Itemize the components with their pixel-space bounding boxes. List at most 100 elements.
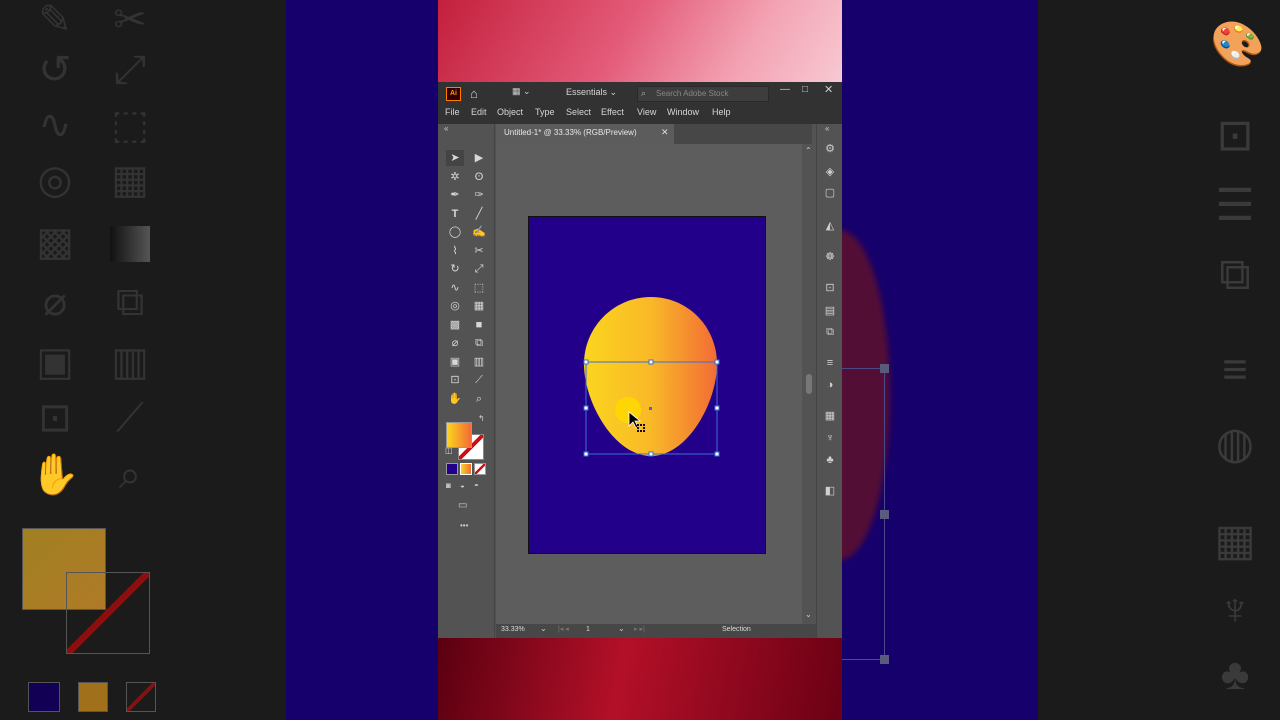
handle-middle-left[interactable] (583, 405, 589, 411)
search-stock-input[interactable]: ⌕ Search Adobe Stock (637, 86, 769, 102)
menu-select[interactable]: Select (566, 107, 591, 117)
transparency-panel-icon[interactable]: ◧ (823, 484, 837, 498)
swap-fill-stroke-icon[interactable]: ↰ (478, 414, 485, 423)
menu-bar: File Edit Object Type Select Effect View… (438, 104, 842, 124)
artboard-number-field[interactable]: 1 (586, 626, 590, 633)
edit-toolbar-button[interactable]: ••• (460, 521, 468, 530)
handle-top-right[interactable] (714, 359, 720, 365)
first-artboard-icon[interactable]: |◂ ◂ (558, 625, 569, 633)
arrange-documents-icon[interactable]: ▦ ⌄ (512, 86, 538, 99)
artboard-tool-icon[interactable]: ⊡ (446, 372, 464, 388)
layers-panel-icon[interactable]: ◈ (823, 165, 837, 179)
scissors-tool-icon[interactable]: ✂ (470, 243, 488, 259)
menu-type[interactable]: Type (535, 107, 555, 117)
color-mode-icon[interactable] (446, 463, 458, 475)
background-photo-top (438, 0, 842, 82)
slice-tool-icon[interactable]: ⟋ (470, 372, 488, 388)
selection-tool-icon[interactable]: ➤ (446, 150, 464, 166)
symbol-sprayer-tool-icon[interactable]: ▣ (446, 354, 464, 370)
rotate-tool-icon[interactable]: ↻ (446, 261, 464, 277)
direct-selection-tool-icon[interactable]: ▶ (470, 150, 488, 166)
screen-mode-icon[interactable]: ▭ (458, 500, 467, 511)
shape-builder-tool-icon[interactable]: ◎ (446, 298, 464, 314)
free-transform-tool-icon[interactable]: ⬚ (470, 280, 488, 296)
curvature-tool-icon[interactable]: ✑ (470, 187, 488, 203)
scale-tool-icon[interactable]: ⤢ (470, 261, 488, 277)
zoom-dropdown-icon[interactable]: ⌄ (540, 624, 547, 633)
brushes-panel-icon[interactable]: ♆ (823, 431, 837, 445)
stroke-panel-icon[interactable]: ≡ (823, 356, 837, 370)
draw-behind-icon[interactable]: ◒ (460, 481, 465, 490)
menu-effect[interactable]: Effect (601, 107, 624, 117)
pathfinder-panel-icon[interactable]: ⧉ (823, 325, 837, 339)
menu-edit[interactable]: Edit (471, 107, 487, 117)
libraries-panel-icon[interactable]: ▢ (823, 186, 837, 200)
close-document-icon[interactable]: ✕ (661, 127, 669, 138)
gradient-tool-icon[interactable]: ■ (470, 317, 488, 333)
transform-panel-icon[interactable]: ⊡ (823, 281, 837, 295)
home-icon[interactable]: ⌂ (470, 86, 478, 101)
symbols-panel-icon[interactable]: ♣ (823, 453, 837, 467)
handle-top-left[interactable] (583, 359, 589, 365)
maximize-icon[interactable]: □ (802, 84, 808, 95)
paintbrush-tool-icon[interactable]: ✍ (470, 224, 488, 240)
search-placeholder: Search Adobe Stock (656, 89, 729, 98)
zoom-level-field[interactable]: 33.33% (501, 626, 525, 633)
pen-tool-icon[interactable]: ✒ (446, 187, 464, 203)
vertical-scrollbar[interactable]: ⌃ ⌄ (802, 144, 816, 624)
ghost-hand-icon: ✋ (30, 453, 80, 497)
workspace-switcher[interactable]: Essentials ⌄ (566, 87, 626, 98)
lasso-tool-icon[interactable]: ʘ (470, 169, 488, 185)
properties-panel-icon[interactable]: ⚙ (823, 142, 837, 156)
handle-top-middle[interactable] (648, 359, 654, 365)
handle-bottom-left[interactable] (583, 451, 589, 457)
mesh-tool-icon[interactable]: ▩ (446, 317, 464, 333)
menu-window[interactable]: Window (667, 107, 699, 117)
column-graph-tool-icon[interactable]: ▥ (470, 354, 488, 370)
canvas-area[interactable] (496, 144, 802, 624)
align-panel-icon[interactable]: ▤ (823, 304, 837, 318)
artboard-dropdown-icon[interactable]: ⌄ (618, 624, 625, 633)
expand-panels-icon[interactable]: « (825, 124, 829, 133)
gradient-mode-icon[interactable] (460, 463, 472, 475)
default-fill-stroke-icon[interactable]: ◫ (445, 446, 453, 455)
color-guide-panel-icon[interactable]: ◭ (823, 219, 837, 233)
gradient-egg-shape[interactable] (584, 297, 717, 456)
handle-middle-right[interactable] (714, 405, 720, 411)
ellipse-tool-icon[interactable]: ◯ (446, 224, 464, 240)
none-mode-icon[interactable] (474, 463, 486, 475)
scroll-up-icon[interactable]: ⌃ (805, 146, 812, 155)
line-tool-icon[interactable]: ╱ (470, 206, 488, 222)
draw-normal-icon[interactable]: ◙ (446, 481, 451, 490)
zoom-tool-icon[interactable]: ⌕ (470, 391, 488, 407)
blurred-background-left-blue (286, 0, 438, 720)
magic-wand-tool-icon[interactable]: ✲ (446, 169, 464, 185)
type-tool-icon[interactable]: T (446, 206, 464, 222)
current-tool-status: Selection (722, 626, 751, 633)
draw-inside-icon[interactable]: ◓ (474, 481, 479, 490)
warp-tool-icon[interactable]: ∿ (446, 280, 464, 296)
appearance-panel-icon[interactable]: ☸ (823, 250, 837, 264)
menu-file[interactable]: File (445, 107, 460, 117)
fill-swatch[interactable] (446, 422, 472, 448)
swatches-panel-icon[interactable]: ▦ (823, 409, 837, 423)
last-artboard-icon[interactable]: ▸ ▸| (634, 625, 645, 633)
scroll-down-icon[interactable]: ⌄ (805, 610, 812, 619)
collapse-panel-icon[interactable]: « (444, 124, 448, 133)
center-point (649, 407, 652, 410)
menu-view[interactable]: View (637, 107, 656, 117)
handle-bottom-right[interactable] (714, 451, 720, 457)
gradient-panel-icon[interactable]: ◑ (823, 378, 837, 392)
perspective-grid-tool-icon[interactable]: ▦ (470, 298, 488, 314)
close-icon[interactable]: ✕ (824, 83, 833, 96)
shaper-tool-icon[interactable]: ⌇ (446, 243, 464, 259)
minimize-icon[interactable]: — (780, 84, 790, 95)
blend-tool-icon[interactable]: ⧉ (470, 335, 488, 351)
document-tab[interactable]: Untitled-1* @ 33.33% (RGB/Preview) ✕ (496, 124, 674, 144)
hand-tool-icon[interactable]: ✋ (446, 391, 464, 407)
scrollbar-thumb[interactable] (806, 374, 812, 394)
eyedropper-tool-icon[interactable]: ⌀ (446, 335, 464, 351)
menu-help[interactable]: Help (712, 107, 731, 117)
handle-bottom-middle[interactable] (648, 451, 654, 457)
menu-object[interactable]: Object (497, 107, 523, 117)
